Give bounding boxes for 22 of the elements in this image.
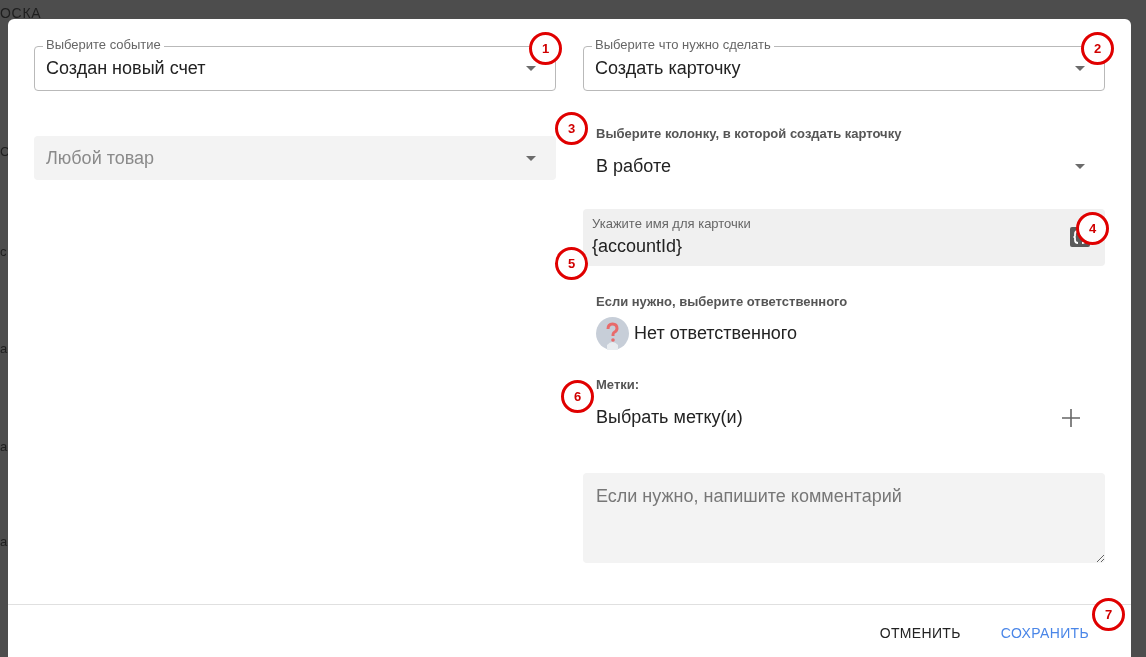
selected-value: Любой товар	[46, 146, 155, 170]
field-value: {accountId}	[592, 235, 684, 259]
section-label: Метки:	[596, 376, 641, 394]
dropdown-caret-icon	[526, 66, 536, 71]
save-button[interactable]: СОХРАНИТЬ	[1000, 617, 1089, 650]
assignee-select[interactable]: Нет ответственного	[596, 317, 1105, 350]
cancel-button[interactable]: ОТМЕНИТЬ	[879, 617, 961, 650]
section-label: Выберите колонку, в которой создать карточку	[596, 125, 903, 143]
comment-field[interactable]: Если нужно, напишите комментарий	[583, 472, 1105, 563]
section-label: Если нужно, выберите ответственного	[596, 292, 849, 311]
column-select[interactable]: В работе	[583, 151, 1105, 182]
question-avatar-icon	[596, 317, 629, 350]
dropdown-caret-icon	[1075, 164, 1085, 169]
tags-select[interactable]: Выбрать метку(и)	[596, 402, 1105, 433]
field-label: Выберите событие	[43, 38, 164, 52]
selected-value: Создан новый счет	[46, 57, 206, 80]
selected-value: Создать карточку	[595, 57, 741, 80]
plus-icon	[1062, 408, 1080, 427]
field-label: Выберите что нужно сделать	[592, 38, 774, 52]
dropdown-caret-icon	[526, 155, 536, 161]
dropdown-caret-icon	[1075, 66, 1085, 71]
field-label: Укажите имя для карточки	[592, 214, 751, 233]
